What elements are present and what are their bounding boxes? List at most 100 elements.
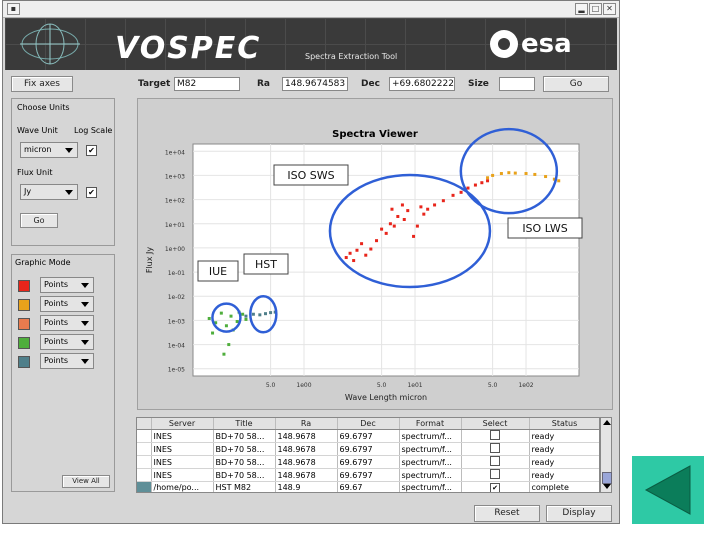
graphic-mode-select[interactable]: Points xyxy=(40,296,94,312)
column-header-server[interactable]: Server xyxy=(151,418,214,430)
data-point xyxy=(392,224,396,228)
row-handle[interactable] xyxy=(137,455,152,469)
units-go-button[interactable]: Go xyxy=(20,213,58,228)
chevron-down-icon xyxy=(65,190,73,195)
select-checkbox[interactable] xyxy=(490,443,500,453)
scroll-down-icon[interactable] xyxy=(603,484,611,489)
cell-format: spectrum/f... xyxy=(399,429,462,443)
column-header-select[interactable]: Select xyxy=(461,418,530,430)
esa-logo-icon xyxy=(490,30,518,58)
wave-log-checkbox[interactable]: ✔ xyxy=(86,145,97,156)
series-color-swatch[interactable] xyxy=(18,299,30,311)
graphic-mode-value: Points xyxy=(44,280,69,289)
data-point xyxy=(355,248,359,252)
graphic-mode-select[interactable]: Points xyxy=(40,353,94,369)
data-point xyxy=(473,183,477,187)
scroll-up-icon[interactable] xyxy=(603,420,611,425)
target-input[interactable]: M82 xyxy=(174,77,240,91)
graphic-mode-select[interactable]: Points xyxy=(40,277,94,293)
spectra-plot[interactable]: 1e+04 1e+03 1e+02 1e+01 1e+00 1e-01 1e-02 1e-03… xyxy=(138,99,614,411)
data-point xyxy=(513,171,517,175)
series-color-swatch[interactable] xyxy=(18,280,30,292)
iue-label: IUE xyxy=(209,265,227,278)
results-header-row: Server Title Ra Dec Format Select Status xyxy=(137,418,599,430)
series-color-swatch[interactable] xyxy=(18,318,30,330)
cell-select[interactable]: ✔ xyxy=(461,481,530,492)
flux-log-checkbox[interactable]: ✔ xyxy=(86,187,97,198)
cell-select[interactable] xyxy=(461,455,530,469)
reset-button[interactable]: Reset xyxy=(474,505,540,522)
table-row[interactable]: INES BD+70 58... 148.9678 69.6797 spectrum/f… xyxy=(137,455,599,469)
x-axis-label: Wave Length micron xyxy=(345,393,427,402)
y-tick-label: 1e-04 xyxy=(168,343,185,350)
wave-unit-select[interactable]: micron xyxy=(20,142,78,158)
previous-slide-button[interactable] xyxy=(632,456,704,524)
spectra-viewer: Spectra Viewer 1e+04 1e+03 1e+02 1e+01 1e+00… xyxy=(137,98,613,410)
row-handle[interactable] xyxy=(137,481,152,492)
vospec-window: ▪ ▂ □ ✕ VOSPEC Spectra Extraction Tool e… xyxy=(2,0,620,524)
column-header-title[interactable]: Title xyxy=(213,418,276,430)
row-handle[interactable] xyxy=(137,442,152,456)
graphic-mode-select[interactable]: Points xyxy=(40,315,94,331)
wave-unit-value: micron xyxy=(24,145,52,154)
cell-select[interactable] xyxy=(461,429,530,443)
fix-axes-button[interactable]: Fix axes xyxy=(11,76,73,92)
graphic-mode-select[interactable]: Points xyxy=(40,334,94,350)
size-input[interactable] xyxy=(499,77,535,91)
maximize-icon[interactable]: □ xyxy=(589,3,602,15)
table-row[interactable]: /home/po... HST M82 148.9 69.67 spectrum/f..… xyxy=(137,481,599,492)
select-checkbox[interactable] xyxy=(490,469,500,479)
flux-unit-select[interactable]: Jy xyxy=(20,184,78,200)
y-axis-label: Flux Jy xyxy=(145,247,154,274)
data-point xyxy=(344,256,348,260)
x-tick-label: 5.0 xyxy=(266,382,276,389)
cell-title: BD+70 58... xyxy=(213,442,276,456)
select-checkbox[interactable] xyxy=(490,456,500,466)
cell-format: spectrum/f... xyxy=(399,481,462,492)
graphic-mode-panel: Graphic Mode Points Points Points Points Poi… xyxy=(11,254,115,492)
data-point xyxy=(244,317,248,321)
series-color-swatch[interactable] xyxy=(18,337,30,349)
cell-select[interactable] xyxy=(461,468,530,482)
column-header-status[interactable]: Status xyxy=(529,418,599,430)
row-handle-header xyxy=(137,418,152,430)
series-color-swatch[interactable] xyxy=(18,356,30,368)
cell-title: BD+70 58... xyxy=(213,468,276,482)
column-header-format[interactable]: Format xyxy=(399,418,462,430)
data-point xyxy=(412,234,416,238)
column-header-ra[interactable]: Ra xyxy=(275,418,338,430)
data-point xyxy=(415,224,419,228)
table-row[interactable]: INES BD+70 58... 148.9678 69.6797 spectrum/f… xyxy=(137,429,599,443)
minimize-icon[interactable]: ▂ xyxy=(575,3,588,15)
table-row[interactable]: INES BD+70 58... 148.9678 69.6797 spectrum/f… xyxy=(137,468,599,482)
window-menu-icon[interactable]: ▪ xyxy=(7,3,20,15)
target-label: Target xyxy=(138,79,171,89)
display-button[interactable]: Display xyxy=(546,505,612,522)
cell-select[interactable] xyxy=(461,442,530,456)
select-checkbox[interactable]: ✔ xyxy=(490,482,500,492)
results-table: Server Title Ra Dec Format Select Status… xyxy=(136,417,600,493)
y-tick-label: 1e+00 xyxy=(165,246,185,253)
view-all-button[interactable]: View All xyxy=(62,475,110,488)
ra-input[interactable]: 148.9674583 xyxy=(282,77,348,91)
data-point xyxy=(422,212,426,216)
row-handle[interactable] xyxy=(137,468,152,482)
scroll-thumb[interactable] xyxy=(602,472,612,484)
column-header-dec[interactable]: Dec xyxy=(337,418,400,430)
data-point xyxy=(486,176,490,180)
table-row[interactable]: INES BD+70 58... 148.9678 69.6797 spectrum/f… xyxy=(137,442,599,456)
wireframe-satellite-icon xyxy=(20,23,80,65)
dec-input[interactable]: +69.6802222 xyxy=(389,77,455,91)
data-point xyxy=(380,227,384,231)
esa-wordmark: esa xyxy=(521,29,572,59)
cell-server: INES xyxy=(151,468,214,482)
cell-ra: 148.9678 xyxy=(275,442,338,456)
data-point xyxy=(364,253,368,257)
select-checkbox[interactable] xyxy=(490,430,500,440)
results-scrollbar[interactable] xyxy=(600,417,612,493)
go-button[interactable]: Go xyxy=(543,76,609,92)
data-point xyxy=(507,171,511,175)
close-icon[interactable]: ✕ xyxy=(603,3,616,15)
row-handle[interactable] xyxy=(137,429,152,443)
data-point xyxy=(222,352,226,356)
